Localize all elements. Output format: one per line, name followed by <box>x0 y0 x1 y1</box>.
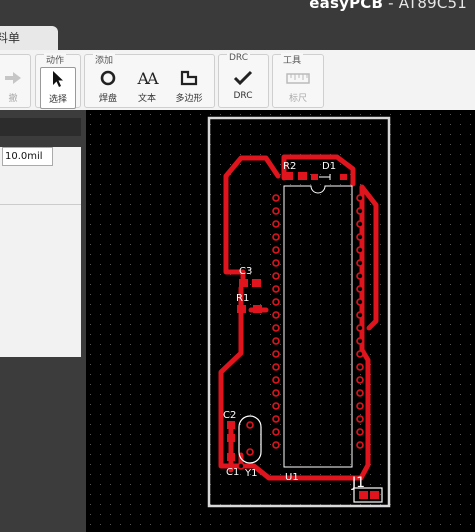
drc-tool-label: DRC <box>233 91 253 101</box>
label-y1: Y1 <box>244 468 257 479</box>
group-add-label: 添加 <box>93 53 116 66</box>
properties-header <box>0 118 81 136</box>
toolbar-group-tools: 工具 标尺 <box>272 53 324 108</box>
tab-strip: 料单 <box>0 25 475 50</box>
ruler-tool-label: 标尺 <box>288 94 307 104</box>
arrow-right-icon <box>0 67 27 89</box>
j1-pad-1 <box>359 491 368 499</box>
label-j1: J1 <box>351 475 365 491</box>
label-c2: C2 <box>223 410 236 421</box>
j1-pad-2 <box>370 491 379 499</box>
drc-tool[interactable]: DRC <box>225 67 261 107</box>
grid-size-input[interactable]: 10.0mil <box>2 147 53 166</box>
label-d1: D1 <box>322 161 336 172</box>
pad-tool-label: 焊盘 <box>98 94 117 104</box>
text-tool[interactable]: AA 文本 <box>130 67 164 107</box>
text-tool-label: 文本 <box>137 94 156 104</box>
pad-circle-icon <box>91 67 125 89</box>
polygon-tool[interactable]: 多边形 <box>169 67 209 107</box>
panel-lower-area <box>0 358 81 532</box>
ruler-icon <box>281 67 315 89</box>
properties-panel: 10.0mil <box>0 110 86 532</box>
grid-dots <box>86 110 475 532</box>
label-r1: R1 <box>236 293 249 304</box>
window-title: easyPCB - AT89C51 <box>309 0 467 12</box>
check-icon <box>225 67 261 89</box>
toolbar-group-action: 动作 选择 <box>35 53 81 109</box>
select-tool-label: 选择 <box>48 95 67 105</box>
label-c1: C1 <box>226 467 239 478</box>
label-u1: U1 <box>285 472 299 483</box>
select-tool[interactable]: 选择 <box>40 67 76 109</box>
group-drc-label: DRC <box>227 53 251 63</box>
cut-tool[interactable]: 撤 <box>0 67 27 107</box>
cursor-icon <box>41 68 75 90</box>
pcb-drawing[interactable]: R2 D1 C3 R1 C2 C1 Y1 U1 J1 <box>86 110 475 532</box>
pad-tool[interactable]: 焊盘 <box>91 67 125 107</box>
label-c3: C3 <box>239 266 252 277</box>
group-action-label: 动作 <box>44 53 67 66</box>
text-icon: AA <box>137 68 158 88</box>
properties-divider <box>0 204 81 205</box>
properties-body: 10.0mil <box>0 147 81 357</box>
toolbar-group-drc: DRC DRC <box>218 53 269 108</box>
tab-bom-label: 料单 <box>0 31 21 45</box>
toolbar-group-edit: 撤 <box>0 54 31 108</box>
ruler-tool[interactable]: 标尺 <box>281 67 315 107</box>
group-tools-label: 工具 <box>281 53 304 66</box>
polygon-tool-label: 多边形 <box>175 94 203 104</box>
title-bar: easyPCB - AT89C51 <box>0 0 475 25</box>
polygon-icon <box>169 67 209 89</box>
cut-tool-label: 撤 <box>8 94 18 104</box>
label-r2: R2 <box>283 161 296 172</box>
pcb-canvas[interactable]: R2 D1 C3 R1 C2 C1 Y1 U1 J1 <box>86 110 475 532</box>
ribbon-toolbar: 撤 动作 选择 添加 焊盘 AA 文本 多边形 DRC DRC 工具 标尺 <box>0 50 475 111</box>
tab-bom[interactable]: 料单 <box>0 26 58 50</box>
toolbar-group-add: 添加 焊盘 AA 文本 多边形 <box>84 53 215 108</box>
